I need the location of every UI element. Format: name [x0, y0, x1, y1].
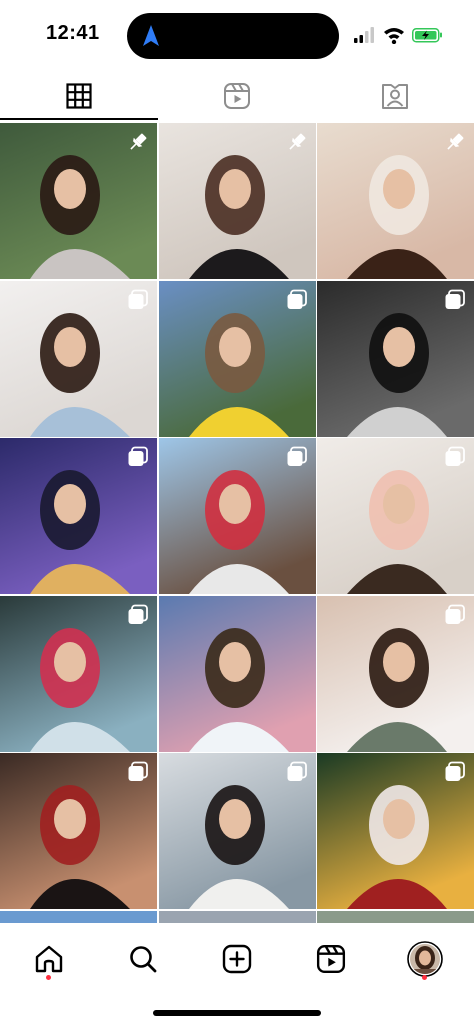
carousel-icon [445, 446, 465, 466]
home-indicator [153, 1010, 321, 1016]
grid-post[interactable] [158, 753, 316, 909]
grid-post-partial[interactable] [317, 910, 474, 923]
signal-icon [354, 27, 374, 43]
carousel-icon [128, 604, 148, 624]
pin-icon [447, 133, 464, 150]
profile-tabs [0, 70, 474, 122]
pin-icon [288, 133, 305, 150]
grid-icon [66, 83, 92, 109]
carousel-icon [287, 289, 307, 309]
grid-post[interactable] [317, 438, 474, 594]
plus-square-icon [222, 944, 252, 974]
carousel-icon [287, 761, 307, 781]
search-icon [130, 946, 157, 973]
tagged-user-icon [382, 84, 408, 109]
grid-post[interactable] [158, 595, 316, 752]
selected-tab-indicator [0, 118, 158, 120]
grid-post[interactable] [0, 753, 157, 909]
grid-post[interactable] [0, 595, 157, 752]
posts-grid [0, 123, 474, 923]
carousel-icon [445, 604, 465, 624]
tab-posts-grid[interactable] [0, 70, 158, 122]
carousel-icon [128, 289, 148, 309]
grid-post[interactable] [158, 438, 316, 594]
avatar [407, 941, 443, 977]
grid-post[interactable] [0, 280, 157, 437]
grid-post[interactable] [317, 123, 474, 279]
status-bar: 12:41 [0, 0, 474, 70]
post-thumbnail [158, 595, 316, 752]
pin-icon [130, 133, 147, 150]
dynamic-island [127, 13, 339, 59]
nav-search-button[interactable] [119, 935, 167, 983]
grid-post[interactable] [317, 753, 474, 909]
carousel-icon [128, 446, 148, 466]
status-time: 12:41 [46, 22, 100, 44]
status-icons [354, 27, 442, 44]
navigation-arrow-icon [143, 25, 159, 46]
home-notification-dot [46, 975, 51, 980]
grid-post[interactable] [317, 280, 474, 437]
nav-create-button[interactable] [213, 935, 261, 983]
grid-post[interactable] [0, 438, 157, 594]
tab-reels[interactable] [158, 70, 316, 122]
carousel-icon [445, 289, 465, 309]
battery-icon [412, 28, 442, 43]
grid-post-partial[interactable] [158, 910, 316, 923]
profile-notification-dot [422, 975, 427, 980]
reels-icon [316, 944, 346, 974]
wifi-icon [384, 28, 404, 44]
grid-post[interactable] [158, 280, 316, 437]
reels-icon [224, 83, 250, 109]
grid-post-partial[interactable] [0, 910, 157, 923]
tab-tagged[interactable] [316, 70, 474, 122]
grid-post[interactable] [158, 123, 316, 279]
nav-reels-button[interactable] [307, 935, 355, 983]
carousel-icon [287, 446, 307, 466]
carousel-icon [445, 761, 465, 781]
carousel-icon [128, 761, 148, 781]
grid-post[interactable] [317, 595, 474, 752]
home-icon [35, 945, 63, 973]
grid-post[interactable] [0, 123, 157, 279]
